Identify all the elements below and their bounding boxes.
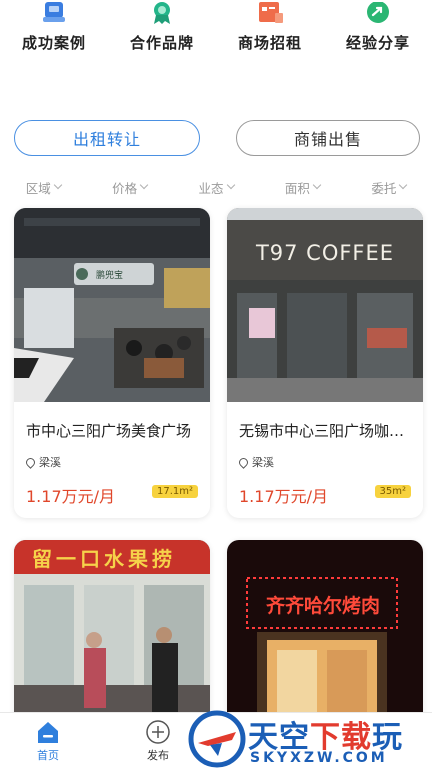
store-icon <box>255 0 285 24</box>
category-mall-leasing[interactable]: 商场招租 <box>216 0 324 70</box>
rent-transfer-button[interactable]: 出租转让 <box>14 120 200 156</box>
listing-photo-text: 留一口水果捞 <box>32 547 176 571</box>
filter-commission[interactable]: 委托 <box>346 176 432 198</box>
filter-label: 面积 <box>284 180 310 196</box>
filter-label: 价格 <box>112 180 138 196</box>
airplane-logo-icon <box>188 710 246 768</box>
listing-location: 梁溪 <box>237 454 274 470</box>
filter-price[interactable]: 价格 <box>86 176 172 198</box>
listing-card[interactable]: 鹏兜宝 市中心三阳广场美食广场 梁溪 1.17万元/月 17.1m² <box>14 208 210 518</box>
tab-label: 发布 <box>147 749 169 762</box>
plus-circle-icon <box>146 720 170 744</box>
filter-business-type[interactable]: 业态 <box>173 176 259 198</box>
chevron-down-icon <box>226 180 235 190</box>
watermark-subtitle: SKYXZW.COM <box>250 750 388 766</box>
listing-photo: 留一口水果捞 <box>14 540 210 730</box>
chevron-down-icon <box>312 180 322 190</box>
chevron-down-icon <box>399 180 408 190</box>
listing-card[interactable]: T97 COFFEE 无锡市中心三阳广场咖啡店 梁溪 1.17万元/月 35m² <box>227 208 423 518</box>
listing-photo-text: 鹏兜宝 <box>96 269 123 281</box>
filter-region[interactable]: 区域 <box>0 176 86 198</box>
listing-card[interactable]: 留一口水果捞 <box>14 540 210 730</box>
tab-home[interactable]: 首页 <box>34 719 62 763</box>
listing-photo: T97 COFFEE <box>227 208 423 402</box>
listing-area-badge: 17.1m² <box>151 485 198 498</box>
listing-location: 梁溪 <box>24 454 61 470</box>
category-partner-brands[interactable]: 合作品牌 <box>108 0 216 70</box>
category-label: 成功案例 <box>21 34 86 52</box>
listing-card[interactable]: 齐齐哈尔烤肉 <box>227 540 423 730</box>
listing-title: 无锡市中心三阳广场咖啡店 <box>239 422 415 440</box>
listing-price: 1.17万元/月 <box>239 487 329 506</box>
category-label: 经验分享 <box>345 34 410 52</box>
filter-area[interactable]: 面积 <box>259 176 345 198</box>
category-label: 商场招租 <box>237 34 302 52</box>
listing-title: 市中心三阳广场美食广场 <box>26 422 192 440</box>
shop-sale-button[interactable]: 商铺出售 <box>236 120 420 156</box>
category-label: 合作品牌 <box>129 34 194 52</box>
listing-location-text: 梁溪 <box>252 456 274 469</box>
listing-photo-text: 齐齐哈尔烤肉 <box>266 594 380 617</box>
tab-post[interactable]: 发布 <box>144 719 172 763</box>
home-icon <box>38 722 58 743</box>
listing-price: 1.17万元/月 <box>26 487 116 506</box>
location-pin-icon <box>237 455 250 469</box>
filter-label: 业态 <box>198 180 224 196</box>
badge-icon <box>147 0 177 24</box>
filter-label: 委托 <box>371 180 397 196</box>
listing-photo: 鹏兜宝 <box>14 208 210 402</box>
listing-photo-text: T97 COFFEE <box>255 241 394 265</box>
share-icon <box>363 0 393 24</box>
category-experience-share[interactable]: 经验分享 <box>324 0 432 70</box>
tab-label: 首页 <box>37 749 59 762</box>
chevron-down-icon <box>53 180 62 190</box>
listing-photo: 齐齐哈尔烤肉 <box>227 540 423 730</box>
location-pin-icon <box>24 455 37 469</box>
filter-label: 区域 <box>25 180 51 196</box>
category-success-cases[interactable]: 成功案例 <box>0 0 108 70</box>
category-row: 成功案例 合作品牌 商场招租 经验分享 <box>0 0 432 70</box>
case-icon <box>39 0 69 24</box>
listing-location-text: 梁溪 <box>39 456 61 469</box>
watermark: 天空下载玩 SKYXZW.COM <box>188 710 432 768</box>
listing-area-badge: 35m² <box>374 485 411 498</box>
filter-bar: 区域 价格 业态 面积 委托 <box>0 176 432 198</box>
chevron-down-icon <box>139 180 149 190</box>
